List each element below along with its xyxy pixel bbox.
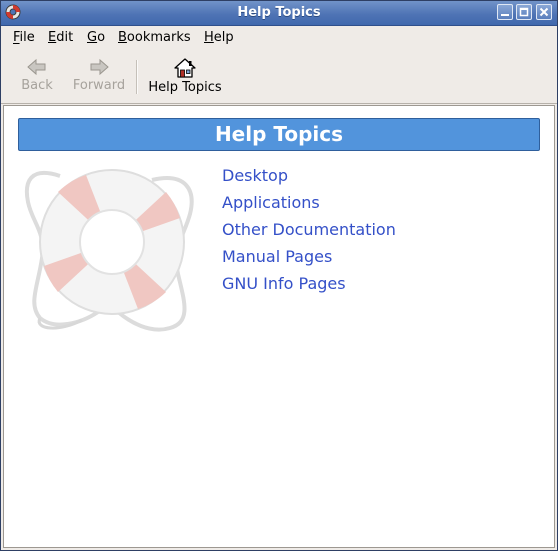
menu-help[interactable]: Help: [204, 30, 234, 45]
menu-bar: File Edit Go Bookmarks Help: [1, 26, 557, 50]
menu-edit[interactable]: Edit: [48, 30, 73, 45]
title-bar[interactable]: Help Topics: [1, 1, 557, 26]
toolbar-separator: [136, 60, 138, 94]
home-icon: [174, 58, 196, 78]
maximize-button[interactable]: [516, 4, 532, 20]
minimize-button[interactable]: [497, 4, 513, 20]
life-buoy-icon: [24, 169, 194, 332]
page-title-banner: Help Topics: [18, 118, 540, 151]
forward-button[interactable]: Forward: [71, 54, 127, 100]
help-topics-label: Help Topics: [148, 80, 222, 95]
back-button[interactable]: Back: [15, 54, 59, 100]
link-gnu-info-pages[interactable]: GNU Info Pages: [222, 273, 396, 300]
link-manual-pages[interactable]: Manual Pages: [222, 246, 396, 273]
forward-label: Forward: [72, 78, 126, 93]
window-title: Help Topics: [237, 5, 321, 20]
menu-go[interactable]: Go: [87, 30, 105, 45]
maximize-icon: [519, 7, 529, 17]
help-topics-button[interactable]: Help Topics: [145, 54, 225, 100]
back-label: Back: [21, 78, 53, 93]
toolbar: Back Forward Help Topics: [1, 50, 557, 104]
link-other-documentation[interactable]: Other Documentation: [222, 219, 396, 246]
menu-file[interactable]: File: [13, 30, 35, 45]
help-browser-window: Help Topics File Edit Go Bookmarks Help: [0, 0, 558, 551]
arrow-right-icon: [90, 58, 109, 76]
link-desktop[interactable]: Desktop: [222, 165, 396, 192]
menu-bookmarks[interactable]: Bookmarks: [118, 30, 191, 45]
arrow-left-icon: [27, 58, 46, 76]
menu-file-label: File: [13, 30, 35, 45]
link-applications[interactable]: Applications: [222, 192, 396, 219]
menu-bookmarks-label: Bookmarks: [118, 30, 191, 45]
help-topic-links: Desktop Applications Other Documentation…: [222, 165, 396, 300]
menu-help-label: Help: [204, 30, 234, 45]
menu-edit-label: Edit: [48, 30, 74, 45]
menu-go-label: Go: [87, 30, 106, 45]
help-content-area: Help Topics Desktop Applications Other D…: [3, 105, 555, 548]
minimize-icon: [501, 14, 509, 16]
close-icon: [539, 7, 549, 17]
close-button[interactable]: [536, 4, 552, 20]
